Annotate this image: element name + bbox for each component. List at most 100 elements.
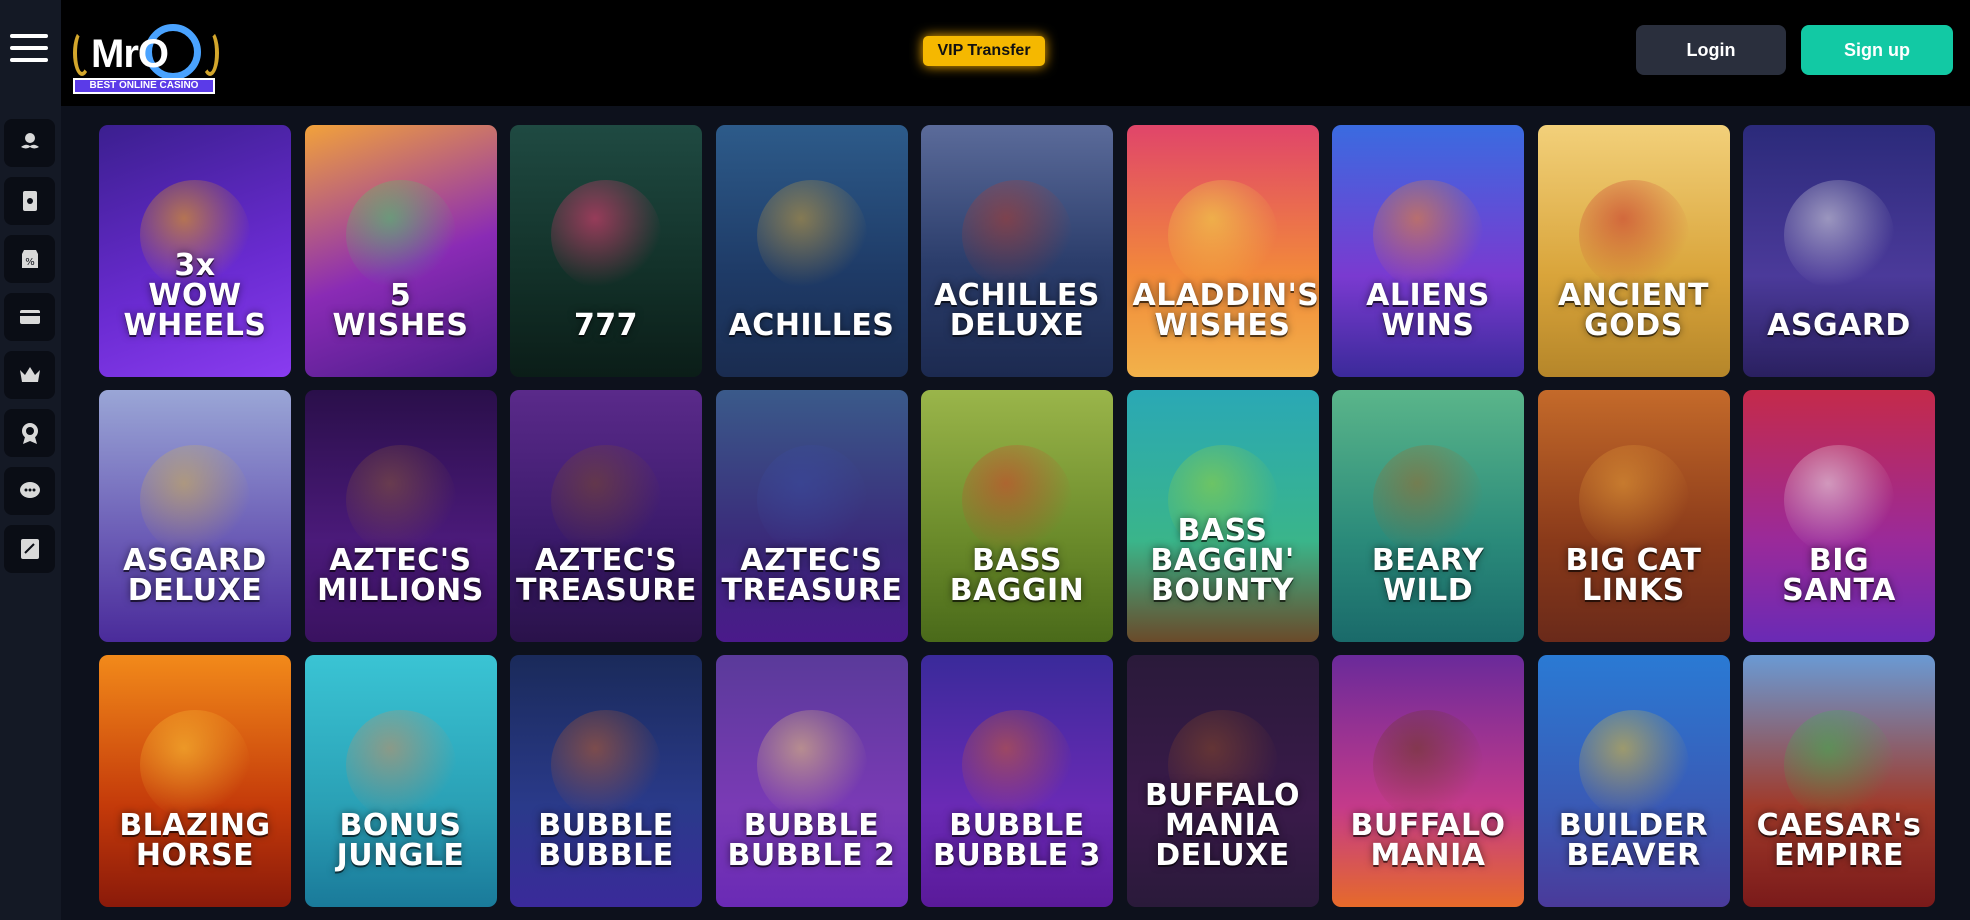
game-tile[interactable]: BASS BAGGIN xyxy=(921,390,1113,642)
game-title: BUBBLE BUBBLE 2 xyxy=(727,808,896,873)
game-artwork xyxy=(1578,445,1689,556)
game-title: BUILDER BEAVER xyxy=(1558,808,1709,873)
game-tile[interactable]: BUBBLE BUBBLE 3 xyxy=(921,655,1113,907)
game-tile[interactable]: ALADDIN'S WISHES xyxy=(1126,125,1319,377)
game-title: BUFFALO MANIA DELUXE xyxy=(1144,778,1301,873)
game-title: BUBBLE BUBBLE xyxy=(538,808,674,873)
game-title: CAESAR's EMPIRE xyxy=(1756,808,1922,873)
game-tile[interactable]: ACHILLES DELUXE xyxy=(921,125,1113,377)
game-tile[interactable]: BIG CAT LINKS xyxy=(1537,390,1730,642)
cards-icon xyxy=(22,191,37,211)
game-tile[interactable]: BEARY WILD xyxy=(1332,390,1524,642)
game-tile[interactable]: ASGARD DELUXE xyxy=(99,390,291,642)
game-tile[interactable]: BLAZING HORSE xyxy=(99,655,291,907)
vip-transfer-button[interactable]: VIP Transfer xyxy=(923,36,1045,66)
game-tile[interactable]: BONUS JUNGLE xyxy=(304,655,497,907)
game-tile[interactable]: AZTEC'S TREASURE xyxy=(510,390,702,642)
game-title: AZTEC'S MILLIONS xyxy=(317,543,484,608)
game-tile[interactable]: BUFFALO MANIA DELUXE xyxy=(1126,655,1319,907)
game-tile[interactable]: AZTEC'S MILLIONS xyxy=(304,390,497,642)
game-tile[interactable]: 5 WISHES xyxy=(304,125,497,377)
live-chat-icon xyxy=(19,482,40,498)
game-artwork xyxy=(1373,180,1483,291)
game-title: ACHILLES DELUXE xyxy=(934,278,1100,343)
game-title: ANCIENT GODS xyxy=(1557,278,1710,343)
game-artwork xyxy=(1784,445,1894,556)
mustache-icon xyxy=(20,133,39,149)
game-artwork xyxy=(962,710,1072,821)
game-tile[interactable]: ASGARD xyxy=(1743,125,1935,377)
game-title: ALADDIN'S WISHES xyxy=(1132,278,1319,343)
game-artwork xyxy=(551,180,661,291)
game-title: BASS BAGGIN' BOUNTY xyxy=(1150,513,1295,608)
game-artwork xyxy=(345,445,456,556)
promo-tag-icon: % xyxy=(21,250,38,268)
game-artwork xyxy=(1373,445,1483,556)
game-artwork xyxy=(756,180,867,291)
game-artwork xyxy=(140,445,250,556)
game-tile[interactable]: BUBBLE BUBBLE 2 xyxy=(715,655,908,907)
game-artwork xyxy=(1373,710,1483,821)
sidebar-item-achievements[interactable] xyxy=(4,409,55,457)
game-tile[interactable]: BUFFALO MANIA xyxy=(1332,655,1524,907)
game-title: ALIENS WINS xyxy=(1366,278,1490,343)
game-tile[interactable]: AZTEC'S TREASURE xyxy=(715,390,908,642)
top-header: MrO BEST ONLINE CASINO VIP Transfer Logi… xyxy=(61,0,1970,106)
signup-button[interactable]: Sign up xyxy=(1801,25,1953,75)
login-button[interactable]: Login xyxy=(1636,25,1786,75)
game-artwork xyxy=(962,445,1072,556)
game-artwork xyxy=(345,710,456,821)
sidebar-item-promotions[interactable]: % xyxy=(4,235,55,283)
game-artwork xyxy=(551,710,661,821)
game-title: 5 WISHES xyxy=(332,278,469,343)
game-tile[interactable]: BUBBLE BUBBLE xyxy=(510,655,702,907)
game-artwork xyxy=(756,445,867,556)
game-tile[interactable]: BASS BAGGIN' BOUNTY xyxy=(1126,390,1319,642)
game-title: BEARY WILD xyxy=(1371,543,1485,608)
game-tile[interactable]: ALIENS WINS xyxy=(1332,125,1524,377)
game-title: BIG SANTA xyxy=(1782,543,1896,608)
logo-tagline: BEST ONLINE CASINO xyxy=(73,78,215,94)
game-tile[interactable]: ANCIENT GODS xyxy=(1537,125,1730,377)
credit-card-icon xyxy=(19,310,40,324)
game-title: 3x WOW WHEELS xyxy=(123,248,267,343)
game-title: ACHILLES xyxy=(728,308,895,343)
game-tile[interactable]: ACHILLES xyxy=(715,125,908,377)
game-grid: 3x WOW WHEELS 5 WISHES 777 ACHILLES ACHILLES… xyxy=(99,125,1935,907)
game-title: 777 xyxy=(573,308,639,343)
sidebar-item-mustache[interactable] xyxy=(4,119,55,167)
game-artwork xyxy=(1784,180,1894,291)
game-title: BONUS JUNGLE xyxy=(336,808,465,873)
game-title: AZTEC'S TREASURE xyxy=(516,543,697,608)
badge-icon xyxy=(21,423,38,444)
game-artwork xyxy=(962,180,1072,291)
sidebar-item-cards[interactable] xyxy=(4,177,55,225)
game-artwork xyxy=(1578,710,1689,821)
game-tile[interactable]: 777 xyxy=(510,125,702,377)
sidebar-item-support[interactable] xyxy=(4,467,55,515)
sidebar-rail: % xyxy=(0,0,61,920)
game-tile[interactable]: CAESAR's EMPIRE xyxy=(1743,655,1935,907)
game-title: AZTEC'S TREASURE xyxy=(721,543,903,608)
game-title: BUFFALO MANIA xyxy=(1350,808,1506,873)
game-artwork xyxy=(345,180,456,291)
menu-icon[interactable] xyxy=(10,34,48,64)
game-tile[interactable]: BIG SANTA xyxy=(1743,390,1935,642)
game-artwork xyxy=(756,710,867,821)
game-title: BIG CAT LINKS xyxy=(1565,543,1702,608)
sidebar-item-notes[interactable] xyxy=(4,525,55,573)
crown-icon xyxy=(19,367,40,382)
game-artwork xyxy=(1578,180,1689,291)
game-artwork xyxy=(551,445,661,556)
game-tile[interactable]: BUILDER BEAVER xyxy=(1537,655,1730,907)
sidebar-item-vip[interactable] xyxy=(4,351,55,399)
game-tile[interactable]: 3x WOW WHEELS xyxy=(99,125,291,377)
game-title: BASS BAGGIN xyxy=(949,543,1085,608)
sidebar-item-payments[interactable] xyxy=(4,293,55,341)
site-logo[interactable]: MrO BEST ONLINE CASINO xyxy=(73,20,219,96)
game-title: BLAZING HORSE xyxy=(119,808,271,873)
laurel-right-icon xyxy=(201,30,219,76)
svg-text:%: % xyxy=(25,257,35,268)
game-title: BUBBLE BUBBLE 3 xyxy=(933,808,1101,873)
logo-text: MrO xyxy=(91,32,169,76)
